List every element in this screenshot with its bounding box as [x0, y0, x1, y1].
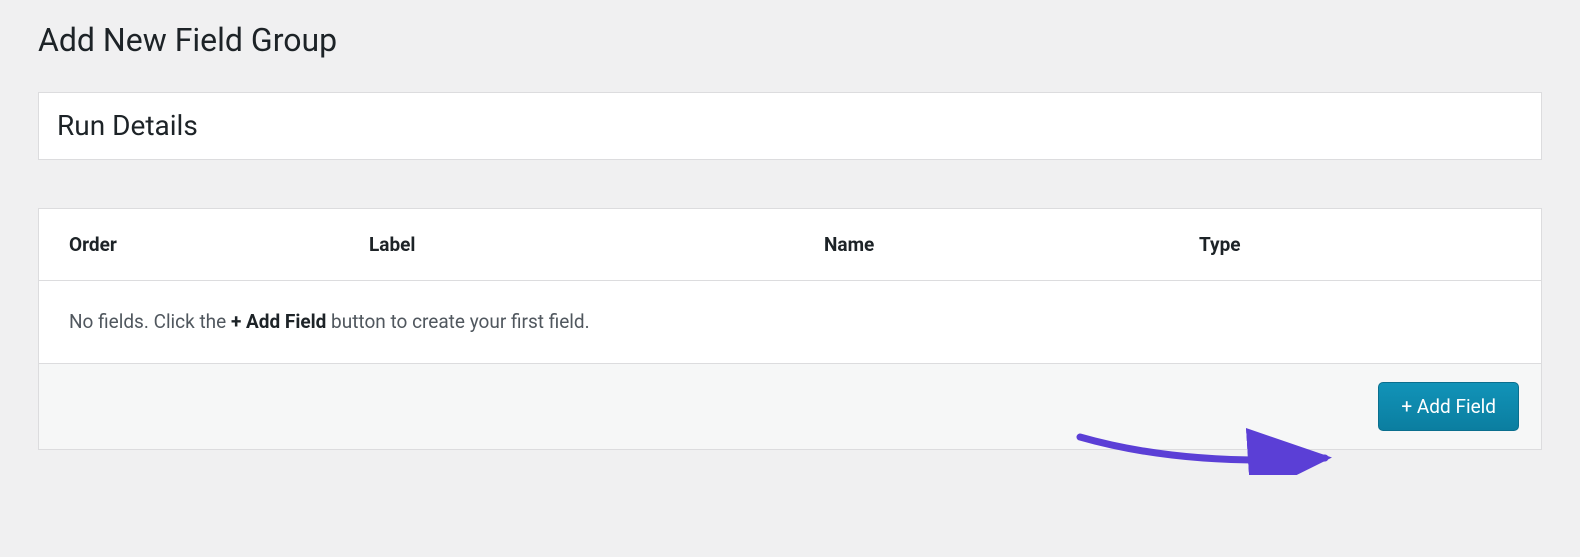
field-group-title-input[interactable] — [38, 92, 1542, 160]
empty-state-strong: + Add Field — [231, 310, 326, 333]
fields-table-header: Order Label Name Type — [39, 209, 1541, 281]
column-header-type: Type — [1199, 233, 1511, 256]
fields-empty-state: No fields. Click the + Add Field button … — [39, 281, 1541, 365]
fields-table-footer: + Add Field — [39, 364, 1541, 449]
empty-state-suffix: button to create your first field. — [326, 310, 589, 333]
page-title: Add New Field Group — [38, 20, 1542, 62]
fields-panel: Order Label Name Type No fields. Click t… — [38, 208, 1542, 451]
column-header-name: Name — [824, 233, 1199, 256]
add-field-button[interactable]: + Add Field — [1378, 382, 1519, 431]
column-header-order: Order — [69, 233, 369, 256]
column-header-label: Label — [369, 233, 824, 256]
empty-state-prefix: No fields. Click the — [69, 310, 231, 333]
